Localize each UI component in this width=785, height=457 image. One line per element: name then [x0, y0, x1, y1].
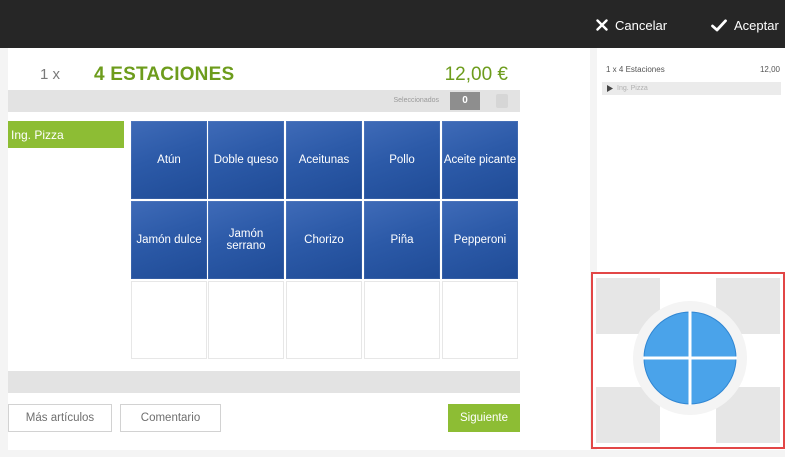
comment-label: Comentario	[140, 412, 201, 424]
category-label: Ing. Pizza	[11, 128, 64, 142]
ingredient-label: Chorizo	[304, 234, 344, 246]
summary-line-label: 1 x 4 Estaciones	[606, 65, 665, 74]
comment-button[interactable]: Comentario	[120, 404, 221, 432]
product-quantity: 1 x	[40, 66, 61, 83]
ingredient-label: Atún	[157, 154, 181, 166]
ingredient-label: Pepperoni	[453, 234, 507, 246]
empty-slot	[286, 281, 362, 359]
cancel-button[interactable]: Cancelar	[596, 15, 667, 35]
selection-bar: Seleccionados 0	[8, 90, 520, 112]
pizza-quarters-icon	[633, 301, 747, 415]
next-button[interactable]: Siguiente	[448, 404, 520, 432]
accept-label: Aceptar	[734, 17, 779, 33]
product-header: 1 x 4 ESTACIONES 12,00 €	[8, 60, 528, 94]
product-configurator: 1 x 4 ESTACIONES 12,00 € Seleccionados 0…	[8, 48, 590, 450]
ingredient-button[interactable]: Chorizo	[286, 201, 362, 279]
category-ing-pizza[interactable]: Ing. Pizza	[8, 121, 124, 148]
ingredient-button[interactable]: Pollo	[364, 121, 440, 199]
status-bar	[8, 371, 520, 393]
more-items-label: Más artículos	[25, 412, 95, 424]
empty-slot	[208, 281, 284, 359]
ingredient-label: Piña	[390, 234, 414, 246]
ingredient-grid: Atún Doble queso Aceitunas Pollo Aceite …	[131, 121, 520, 359]
ingredient-label: Aceite picante	[443, 154, 517, 166]
accept-button[interactable]: Aceptar	[711, 15, 779, 35]
ingredient-button[interactable]: Aceite picante	[442, 121, 518, 199]
trash-icon[interactable]	[496, 94, 508, 108]
ingredient-label: Doble queso	[213, 154, 279, 166]
product-price: 12,00 €	[444, 64, 508, 85]
more-items-button[interactable]: Más artículos	[8, 404, 112, 432]
x-icon	[596, 19, 608, 31]
cancel-label: Cancelar	[615, 17, 668, 33]
ingredient-button[interactable]: Atún	[131, 121, 207, 199]
empty-slot	[131, 281, 207, 359]
check-icon	[711, 18, 727, 31]
ingredient-label: Jamón dulce	[136, 234, 202, 246]
ingredient-button[interactable]: Piña	[364, 201, 440, 279]
empty-slot	[442, 281, 518, 359]
summary-sub-item[interactable]: Ing. Pizza	[602, 82, 781, 95]
caret-right-icon	[607, 85, 613, 92]
selected-label: Seleccionados	[393, 97, 439, 104]
ingredient-button[interactable]: Jamón serrano	[208, 201, 284, 279]
selected-count: 0	[450, 92, 480, 110]
product-name: 4 ESTACIONES	[94, 64, 235, 85]
ingredient-label: Aceitunas	[298, 154, 350, 166]
ingredient-button[interactable]: Aceitunas	[286, 121, 362, 199]
ingredient-label: Jamón serrano	[226, 228, 266, 252]
ingredient-button[interactable]: Jamón dulce	[131, 201, 207, 279]
pizza-portion-selector[interactable]	[591, 272, 785, 449]
empty-slot	[364, 281, 440, 359]
top-bar: Cancelar Aceptar	[0, 0, 785, 48]
next-label: Siguiente	[460, 412, 508, 424]
ingredient-button[interactable]: Pepperoni	[442, 201, 518, 279]
ingredient-button[interactable]: Doble queso	[208, 121, 284, 199]
summary-line-price: 12,00	[759, 65, 780, 74]
summary-sub-label: Ing. Pizza	[617, 85, 648, 92]
ingredient-label: Pollo	[389, 154, 415, 166]
